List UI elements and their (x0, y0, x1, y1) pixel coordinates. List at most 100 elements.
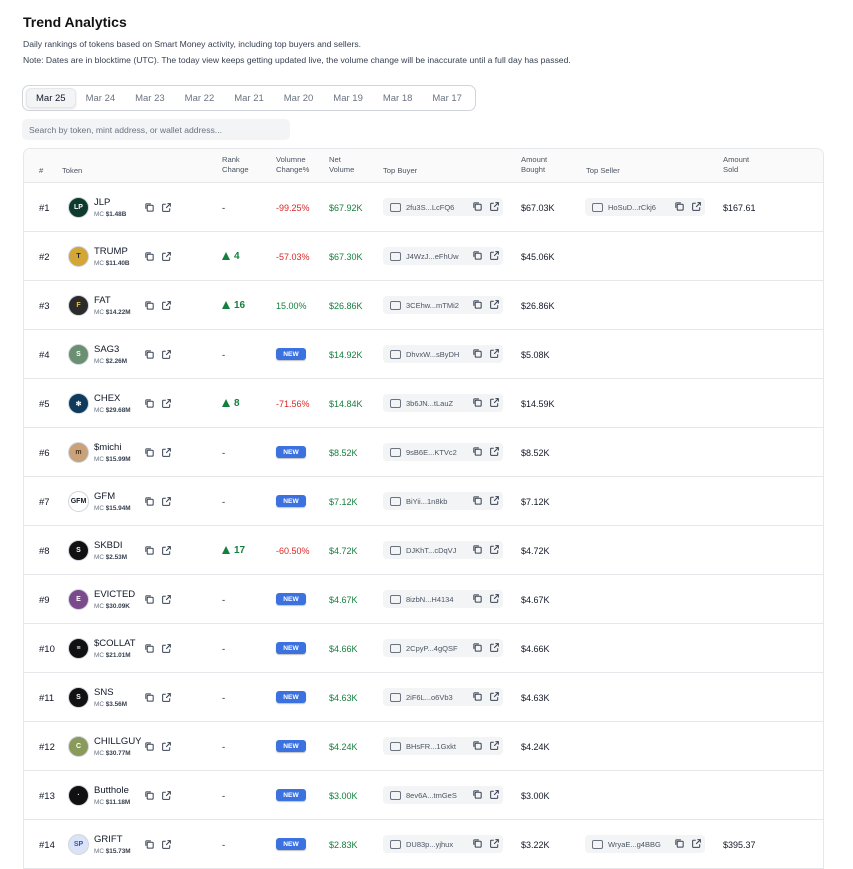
token-symbol[interactable]: CHEX (94, 393, 120, 404)
token-symbol[interactable]: SKBDI (94, 540, 123, 551)
top-buyer-chip[interactable]: 3b6JN...tLauZ (383, 394, 503, 412)
copy-icon[interactable] (472, 446, 483, 457)
top-buyer-chip[interactable]: BHsFR...1Gxkt (383, 737, 503, 755)
external-link-icon[interactable] (489, 740, 500, 751)
token-symbol[interactable]: Butthole (94, 785, 129, 796)
copy-icon[interactable] (144, 839, 155, 850)
copy-icon[interactable] (144, 643, 155, 654)
token-symbol[interactable]: $COLLAT (94, 638, 136, 649)
tab-date[interactable]: Mar 24 (76, 88, 126, 108)
copy-icon[interactable] (144, 594, 155, 605)
top-buyer-chip[interactable]: DU83p...yjhux (383, 835, 503, 853)
external-link-icon[interactable] (161, 251, 172, 262)
external-link-icon[interactable] (161, 349, 172, 360)
copy-icon[interactable] (144, 300, 155, 311)
top-buyer-chip[interactable]: 2iF6L...o6Vb3 (383, 688, 503, 706)
copy-icon[interactable] (472, 544, 483, 555)
copy-icon[interactable] (472, 593, 483, 604)
copy-icon[interactable] (472, 201, 483, 212)
search-input[interactable] (22, 119, 290, 140)
external-link-icon[interactable] (161, 545, 172, 556)
external-link-icon[interactable] (489, 544, 500, 555)
token-symbol[interactable]: JLP (94, 197, 110, 208)
copy-icon[interactable] (144, 496, 155, 507)
copy-icon[interactable] (472, 495, 483, 506)
copy-icon[interactable] (472, 789, 483, 800)
token-symbol[interactable]: GFM (94, 491, 115, 502)
copy-icon[interactable] (472, 348, 483, 359)
copy-icon[interactable] (472, 250, 483, 261)
copy-icon[interactable] (472, 397, 483, 408)
copy-icon[interactable] (472, 642, 483, 653)
external-link-icon[interactable] (489, 299, 500, 310)
external-link-icon[interactable] (161, 447, 172, 458)
token-symbol[interactable]: SNS (94, 687, 114, 698)
copy-icon[interactable] (144, 545, 155, 556)
external-link-icon[interactable] (161, 496, 172, 507)
tab-date[interactable]: Mar 17 (422, 88, 472, 108)
top-buyer-chip[interactable]: 2fu3S...LcFQ6 (383, 198, 503, 216)
token-symbol[interactable]: CHILLGUY (94, 736, 142, 747)
top-buyer-chip[interactable]: 2CpyP...4gQSF (383, 639, 503, 657)
external-link-icon[interactable] (489, 789, 500, 800)
top-buyer-chip[interactable]: DJKhT...cDqVJ (383, 541, 503, 559)
copy-icon[interactable] (472, 691, 483, 702)
top-buyer-chip[interactable]: DhvxW...sByDH (383, 345, 503, 363)
top-seller-chip[interactable]: HoSuD...rCkj6 (585, 198, 705, 216)
external-link-icon[interactable] (691, 201, 702, 212)
copy-icon[interactable] (144, 349, 155, 360)
external-link-icon[interactable] (489, 642, 500, 653)
tab-date[interactable]: Mar 19 (323, 88, 373, 108)
copy-icon[interactable] (674, 838, 685, 849)
tab-date[interactable]: Mar 25 (26, 88, 76, 108)
external-link-icon[interactable] (489, 397, 500, 408)
top-buyer-chip[interactable]: 8izbN...H4134 (383, 590, 503, 608)
external-link-icon[interactable] (691, 838, 702, 849)
external-link-icon[interactable] (489, 691, 500, 702)
external-link-icon[interactable] (161, 692, 172, 703)
external-link-icon[interactable] (161, 300, 172, 311)
external-link-icon[interactable] (161, 594, 172, 605)
top-buyer-chip[interactable]: 3CEhw...mTMi2 (383, 296, 503, 314)
copy-icon[interactable] (472, 740, 483, 751)
copy-icon[interactable] (144, 398, 155, 409)
external-link-icon[interactable] (489, 495, 500, 506)
copy-icon[interactable] (144, 202, 155, 213)
external-link-icon[interactable] (489, 593, 500, 604)
tab-date[interactable]: Mar 18 (373, 88, 423, 108)
token-symbol[interactable]: TRUMP (94, 246, 128, 257)
token-symbol[interactable]: SAG3 (94, 344, 119, 355)
external-link-icon[interactable] (161, 839, 172, 850)
external-link-icon[interactable] (489, 250, 500, 261)
copy-icon[interactable] (144, 447, 155, 458)
copy-icon[interactable] (144, 741, 155, 752)
top-buyer-chip[interactable]: J4WzJ...eFhUw (383, 247, 503, 265)
copy-icon[interactable] (472, 299, 483, 310)
external-link-icon[interactable] (161, 790, 172, 801)
external-link-icon[interactable] (489, 838, 500, 849)
external-link-icon[interactable] (489, 446, 500, 457)
token-symbol[interactable]: EVICTED (94, 589, 135, 600)
copy-icon[interactable] (144, 692, 155, 703)
external-link-icon[interactable] (489, 348, 500, 359)
tab-date[interactable]: Mar 21 (224, 88, 274, 108)
top-seller-chip[interactable]: WryaE...g4BBG (585, 835, 705, 853)
token-symbol[interactable]: $michi (94, 442, 121, 453)
top-buyer-chip[interactable]: 8ev6A...tmGeS (383, 786, 503, 804)
token-symbol[interactable]: FAT (94, 295, 111, 306)
copy-icon[interactable] (144, 790, 155, 801)
copy-icon[interactable] (674, 201, 685, 212)
tab-date[interactable]: Mar 23 (125, 88, 175, 108)
tab-date[interactable]: Mar 22 (175, 88, 225, 108)
copy-icon[interactable] (472, 838, 483, 849)
external-link-icon[interactable] (489, 201, 500, 212)
external-link-icon[interactable] (161, 202, 172, 213)
external-link-icon[interactable] (161, 398, 172, 409)
external-link-icon[interactable] (161, 643, 172, 654)
top-buyer-chip[interactable]: BiYii...1n8kb (383, 492, 503, 510)
copy-icon[interactable] (144, 251, 155, 262)
token-symbol[interactable]: GRIFT (94, 834, 123, 845)
top-buyer-chip[interactable]: 9sB6E...KTVc2 (383, 443, 503, 461)
external-link-icon[interactable] (161, 741, 172, 752)
tab-date[interactable]: Mar 20 (274, 88, 324, 108)
